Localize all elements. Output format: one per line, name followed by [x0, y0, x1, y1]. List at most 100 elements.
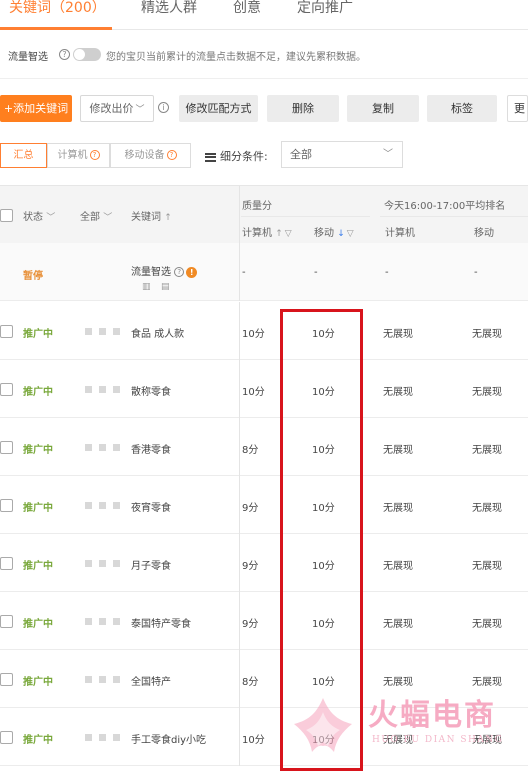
rank-pc-cell: - [385, 267, 389, 278]
placeholder-icon [99, 328, 106, 335]
report-icon[interactable]: ▤ [161, 282, 170, 292]
status-badge: 推广中 [23, 561, 53, 572]
placeholder-icon [113, 444, 120, 451]
quality-mobile-header[interactable]: 移动 ↓ ▽ [314, 224, 354, 239]
filter-icon[interactable]: ▽ [285, 229, 292, 239]
help-icon[interactable]: ? [174, 267, 185, 277]
row-checkbox[interactable] [0, 731, 13, 744]
placeholder-icon [99, 734, 106, 741]
help-icon[interactable]: ? [59, 49, 70, 60]
row-checkbox[interactable] [0, 441, 13, 454]
keyword-cell[interactable]: 月子零食 [131, 557, 171, 572]
segment-computer[interactable]: 计算机? [47, 143, 110, 168]
status-badge: 推广中 [23, 735, 53, 746]
placeholder-icon [113, 502, 120, 509]
toggle-knob [74, 49, 85, 60]
rank-mobile-cell: 无展现 [472, 735, 502, 746]
filter-select[interactable]: 全部 ﹀ [281, 141, 403, 168]
segment-computer-label: 计算机 [57, 150, 88, 161]
warning-icon[interactable]: ! [186, 266, 198, 278]
traffic-smart-label: 流量智选 [8, 52, 48, 63]
add-keyword-button[interactable]: +添加关键词 [0, 95, 72, 122]
rank-mobile-cell: 无展现 [472, 329, 502, 340]
sort-down-icon: ↓ [337, 229, 345, 239]
keyword-cell[interactable]: 食品 成人款 [131, 325, 184, 340]
chart-icon[interactable]: ▥ [142, 282, 151, 292]
segment-mobile[interactable]: 移动设备? [110, 143, 191, 168]
quality-pc-cell: 9分 [242, 503, 259, 514]
quality-mobile-cell: - [314, 267, 318, 278]
keyword-cell[interactable]: 手工零食diy小吃 [131, 731, 206, 746]
keyword-cell[interactable]: 夜宵零食 [131, 499, 171, 514]
quality-pc-header[interactable]: 计算机 ↑ ▽ [242, 224, 292, 239]
select-all-checkbox[interactable] [0, 209, 13, 222]
row-checkbox[interactable] [0, 673, 13, 686]
quality-mobile-header-label: 移动 [314, 228, 334, 239]
row-checkbox[interactable] [0, 615, 13, 628]
column-divider [239, 243, 240, 301]
active-tab-indicator [0, 27, 112, 30]
row-checkbox[interactable] [0, 383, 13, 396]
copy-button[interactable]: 复制 [347, 95, 419, 122]
tab-keywords[interactable]: 关键词（200） [9, 0, 106, 17]
column-divider [239, 534, 240, 592]
quality-pc-cell: 9分 [242, 561, 259, 572]
rank-pc-cell: 无展现 [383, 735, 413, 746]
chevron-down-icon: ﹀ [383, 149, 393, 160]
status-header[interactable]: 状态 ﹀ [23, 208, 55, 223]
table-row: 推广中 夜宵零食 9分 10分 无展现 无展现 [0, 476, 528, 534]
table-header: 状态 ﹀ 全部 ﹀ 关键词 ↑ 质量分 计算机 ↑ ▽ 移动 ↓ ▽ 今天16:00… [0, 185, 528, 244]
traffic-smart-toggle[interactable] [73, 48, 101, 61]
quality-pc-cell: 8分 [242, 445, 259, 456]
help-icon: ? [89, 150, 100, 160]
modify-bid-label: 修改出价 [89, 102, 134, 115]
tag-button[interactable]: 标签 [427, 95, 497, 122]
filter-icon[interactable]: ▽ [347, 229, 354, 239]
placeholder-icon [113, 734, 120, 741]
notice-message: 您的宝贝当前累计的流量点击数据不足，建议先累积数据。 [106, 52, 366, 63]
chevron-down-icon: ﹀ [135, 105, 145, 115]
keyword-cell[interactable]: 散称零食 [131, 383, 171, 398]
table-row: 推广中 泰国特产零食 9分 10分 无展现 无展现 [0, 592, 528, 650]
rank-pc-cell: 无展现 [383, 619, 413, 630]
tab-targeted-promotion[interactable]: 定向推广 [297, 0, 353, 17]
column-divider [239, 186, 240, 244]
placeholder-icon [85, 676, 92, 683]
column-divider [239, 592, 240, 650]
keyword-cell[interactable]: 泰国特产零食 [131, 615, 191, 630]
table-row: 推广中 食品 成人款 10分 10分 无展现 无展现 [0, 302, 528, 360]
status-badge: 推广中 [23, 387, 53, 398]
divider [0, 78, 528, 79]
modify-match-button[interactable]: 修改匹配方式 [179, 95, 258, 122]
chevron-down-icon: ﹀ [103, 213, 113, 223]
all-header[interactable]: 全部 ﹀ [80, 208, 112, 223]
quality-pc-cell: 8分 [242, 677, 259, 688]
keyword-header[interactable]: 关键词 ↑ [131, 208, 172, 223]
row-checkbox[interactable] [0, 325, 13, 338]
rank-pc-cell: 无展现 [383, 445, 413, 456]
keyword-label: 流量智选 [131, 267, 171, 278]
keyword-cell[interactable]: 全国特产 [131, 673, 171, 688]
row-checkbox[interactable] [0, 557, 13, 570]
segment-summary[interactable]: 汇总 [0, 143, 47, 168]
tab-creative[interactable]: 创意 [233, 0, 261, 17]
quality-pc-cell: 10分 [242, 735, 265, 746]
tab-selected-audience[interactable]: 精选人群 [141, 0, 197, 17]
placeholder-icon [85, 386, 92, 393]
help-icon: ? [166, 150, 177, 160]
info-icon[interactable]: i [158, 102, 169, 113]
rank-pc-cell: 无展现 [383, 329, 413, 340]
quality-pc-cell: - [242, 267, 246, 278]
highlight-box [280, 309, 363, 771]
placeholder-icon [113, 560, 120, 567]
keyword-cell[interactable]: 香港零食 [131, 441, 171, 456]
placeholder-icon [85, 444, 92, 451]
more-button[interactable]: 更 [507, 95, 528, 122]
sort-up-icon: ↑ [275, 229, 283, 239]
chevron-down-icon: ﹀ [46, 213, 56, 223]
modify-bid-dropdown[interactable]: 修改出价 ﹀ [80, 95, 154, 122]
rank-pc-cell: 无展现 [383, 503, 413, 514]
rank-mobile-cell: 无展现 [472, 619, 502, 630]
row-checkbox[interactable] [0, 499, 13, 512]
delete-button[interactable]: 删除 [267, 95, 339, 122]
